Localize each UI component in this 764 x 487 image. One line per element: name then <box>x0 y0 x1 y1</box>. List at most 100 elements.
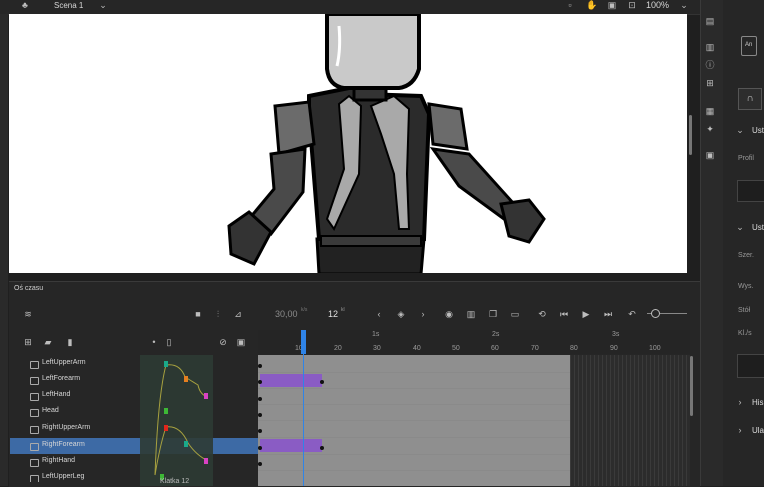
snap-icon[interactable]: ▫ <box>565 0 575 10</box>
section-label-2[interactable]: Ust <box>752 223 764 232</box>
outline-icon[interactable]: ▯ <box>164 337 174 347</box>
timeline-tab[interactable]: Oś czasu <box>14 285 43 292</box>
prev-frame-icon[interactable]: ‹ <box>374 309 384 319</box>
section-chevron-right-icon[interactable]: › <box>735 397 745 407</box>
section-chevron-icon[interactable]: ⌄ <box>735 125 745 135</box>
track-rightupperarm[interactable] <box>258 421 570 438</box>
keyframe-dot[interactable] <box>258 413 262 417</box>
fps-unit: k/s <box>301 307 308 313</box>
layer-row-leftupperleg[interactable]: LeftUpperLeg <box>10 470 258 482</box>
fps-value[interactable]: 30,00 <box>275 309 298 319</box>
layer-name: RightHand <box>42 457 76 464</box>
stage[interactable] <box>9 14 687 273</box>
hand-icon[interactable]: ✋ <box>586 0 597 10</box>
layer-row-rightupperarm[interactable]: RightUpperArm <box>10 421 258 437</box>
layer-row-lefthand[interactable]: LeftHand <box>10 388 258 404</box>
layer-parenting-icon[interactable]: ⫶ <box>213 309 223 319</box>
keyframe-dot[interactable] <box>258 462 262 466</box>
graph-icon[interactable]: ⊿ <box>233 309 243 319</box>
brush-icon[interactable]: ✦ <box>705 124 715 134</box>
profile-field[interactable] <box>737 180 764 202</box>
step-forward-icon[interactable]: ⏭ <box>603 309 613 319</box>
library-icon[interactable]: ▤ <box>705 16 715 26</box>
layer-name: RightForearm <box>42 441 85 448</box>
layer-row-leftforearm[interactable]: LeftForearm <box>10 372 258 388</box>
depth-marker-orange <box>184 376 188 382</box>
frame-unit: kl <box>341 307 345 313</box>
keyframe-dot[interactable] <box>258 380 262 384</box>
zoom-level[interactable]: 100% <box>646 0 669 10</box>
section-chevron-right-icon[interactable]: › <box>735 425 745 435</box>
layer-name: RightUpperArm <box>42 424 91 431</box>
onion-skin-icon[interactable]: ◉ <box>444 309 454 319</box>
track-righthand[interactable] <box>258 454 570 471</box>
right-hand <box>499 198 546 244</box>
stage-settings-field[interactable] <box>737 354 764 378</box>
align-icon[interactable]: ▥ <box>705 42 715 52</box>
center-stage-icon[interactable]: ⊡ <box>627 0 637 10</box>
ruler-second-3: 3s <box>612 331 620 338</box>
keyframe-dot[interactable] <box>258 397 262 401</box>
keyframe-dot[interactable] <box>320 380 324 384</box>
crop-icon[interactable]: ▣ <box>607 0 617 10</box>
ruler-frame-70: 70 <box>531 345 539 352</box>
scene-label[interactable]: Scena 1 <box>54 1 83 10</box>
play-icon[interactable]: ▶ <box>581 309 591 319</box>
add-layer-icon[interactable]: ⊞ <box>23 337 33 347</box>
zoom-slider-handle[interactable] <box>651 309 660 318</box>
edit-multiple-icon[interactable]: ❐ <box>488 309 498 319</box>
layer-row-leftupperarm[interactable]: LeftUpperArm <box>10 356 258 372</box>
playhead-line[interactable] <box>303 354 304 486</box>
folder-icon[interactable]: ▰ <box>43 337 53 347</box>
assets-icon[interactable]: ▣ <box>705 150 715 160</box>
components-icon[interactable]: ▦ <box>705 106 715 116</box>
transform-icon[interactable]: ⊞ <box>705 78 715 88</box>
timeline-scrollbar[interactable] <box>690 356 693 416</box>
ruler-frame-30: 30 <box>373 345 381 352</box>
layer-name: LeftUpperArm <box>42 359 86 366</box>
section-label-1[interactable]: Ust <box>752 126 764 135</box>
tween-span-leftforearm[interactable] <box>260 374 322 387</box>
tween-icon[interactable]: ▥ <box>466 309 476 319</box>
layer-row-head[interactable]: Head <box>10 404 258 420</box>
next-frame-icon[interactable]: › <box>418 309 428 319</box>
keyframe-dot[interactable] <box>258 364 262 368</box>
keyframe-dot[interactable] <box>320 446 324 450</box>
playhead-handle[interactable] <box>301 330 306 354</box>
layer-row-rightforearm[interactable]: RightForearm <box>10 438 258 454</box>
current-frame[interactable]: 12 <box>328 309 338 319</box>
magnet-button[interactable]: ∩ <box>738 88 762 110</box>
section-label-3[interactable]: His <box>752 398 764 407</box>
rewind-icon[interactable]: ↶ <box>627 309 637 319</box>
depth-marker-red <box>164 425 168 431</box>
camera-icon[interactable]: ■ <box>193 309 203 319</box>
dot-icon[interactable]: • <box>149 337 159 347</box>
track-leftupperarm[interactable] <box>258 356 570 373</box>
layers-icon[interactable]: ≋ <box>23 309 33 319</box>
trash-icon[interactable]: ▮ <box>65 337 75 347</box>
tween-span-rightforearm[interactable] <box>260 439 322 452</box>
keyframe-dot[interactable] <box>258 446 262 450</box>
track-head[interactable] <box>258 404 570 421</box>
scene-chevron-down-icon[interactable]: ⌄ <box>98 0 108 10</box>
frame-view-icon[interactable]: ▭ <box>510 309 520 319</box>
loop-icon[interactable]: ⟲ <box>537 309 547 319</box>
layer-row-righthand[interactable]: RightHand <box>10 454 258 470</box>
track-lefthand[interactable] <box>258 388 570 405</box>
ruler-frame-100: 100 <box>649 345 661 352</box>
section-label-4[interactable]: Ula <box>752 426 764 435</box>
info-icon[interactable]: ⓘ <box>705 60 715 70</box>
keyframe-dot[interactable] <box>258 429 262 433</box>
ruler-frame-60: 60 <box>491 345 499 352</box>
step-back-icon[interactable]: ⏮ <box>559 309 569 319</box>
zoom-chevron-down-icon[interactable]: ⌄ <box>679 0 689 10</box>
section-chevron-icon[interactable]: ⌄ <box>735 222 745 232</box>
symbol-icon[interactable]: ♣ <box>20 0 30 10</box>
hide-icon[interactable]: ⊘ <box>218 337 228 347</box>
timeline-ruler[interactable] <box>258 330 690 354</box>
layer-name: LeftForearm <box>42 375 81 382</box>
frames-empty-area[interactable] <box>570 355 690 486</box>
insert-keyframe-icon[interactable]: ◈ <box>396 309 406 319</box>
lock-icon[interactable]: ▣ <box>236 337 246 347</box>
stage-scrollbar[interactable] <box>689 115 692 155</box>
